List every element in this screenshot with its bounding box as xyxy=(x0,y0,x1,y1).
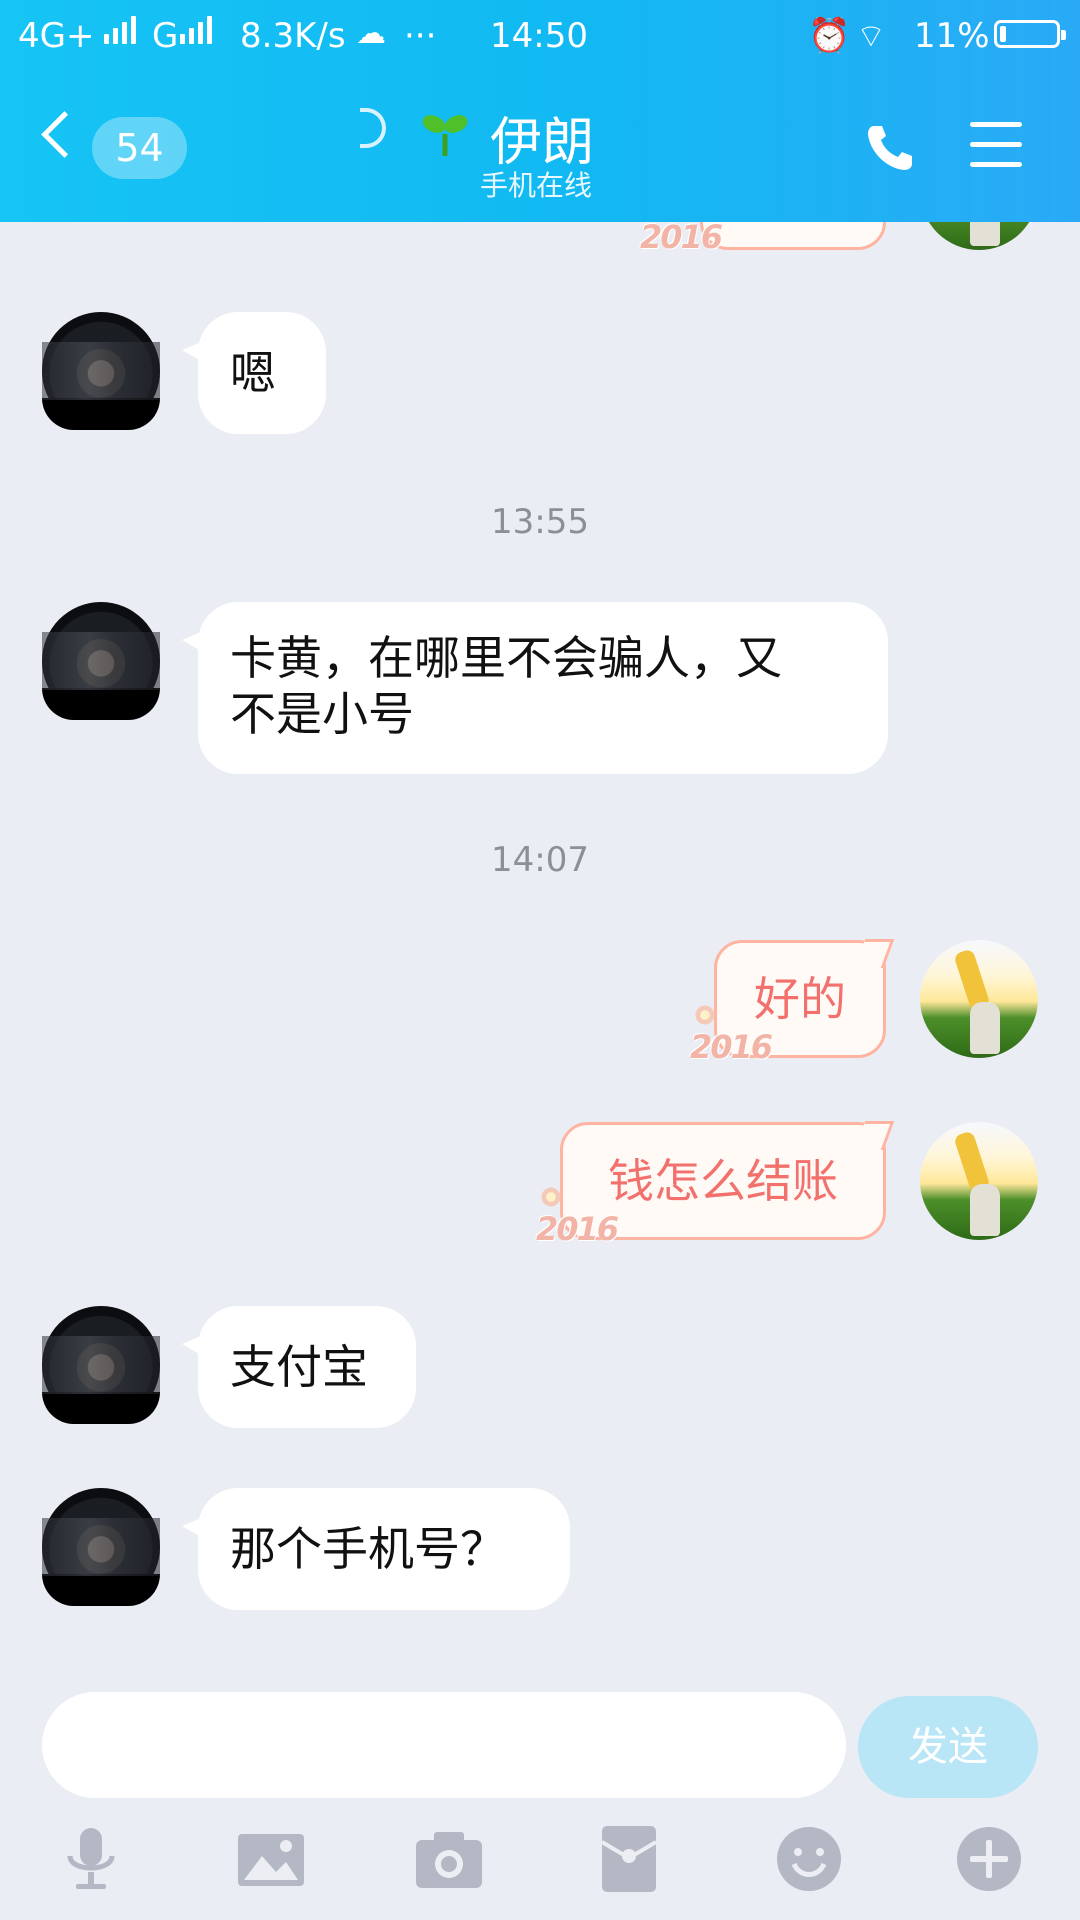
message-timestamp: 13:55 xyxy=(491,502,589,542)
back-icon[interactable] xyxy=(41,111,88,158)
message-text-line-2: 不是小号 xyxy=(230,687,414,741)
message-text: 那个手机号？ xyxy=(230,1522,506,1576)
message-bubble[interactable]: 那个手机号？ xyxy=(182,1488,570,1610)
red-packet-icon[interactable] xyxy=(594,1824,664,1894)
flower-decoration xyxy=(540,1186,562,1208)
message-input[interactable] xyxy=(42,1692,846,1798)
unread-count-badge[interactable]: 54 xyxy=(92,117,187,179)
image-icon[interactable] xyxy=(236,1824,306,1894)
year-badge: 2016 xyxy=(690,1028,773,1066)
contact-avatar[interactable] xyxy=(42,602,160,720)
year-badge: 2016 xyxy=(536,1210,619,1248)
plus-icon[interactable] xyxy=(954,1824,1024,1894)
network-speed: 8.3K/s xyxy=(240,16,346,56)
message-text: 钱怎么结账 xyxy=(608,1154,838,1208)
message-text-line-1: 卡黄，在哪里不会骗人，又 xyxy=(230,631,782,685)
network-type: 4G+ xyxy=(18,16,95,56)
battery-icon xyxy=(994,20,1066,48)
microphone-icon[interactable] xyxy=(56,1824,126,1894)
message-timestamp: 14:07 xyxy=(491,840,589,880)
send-button[interactable]: 发送 xyxy=(858,1696,1038,1798)
camera-icon[interactable] xyxy=(414,1824,484,1894)
emoji-icon[interactable] xyxy=(774,1824,844,1894)
message-list[interactable]: 2016 嗯 13:55 卡黄，在哪里不会骗人，又 不是小号 14:07 好的 … xyxy=(0,222,1080,1662)
input-bar: 发送 xyxy=(0,1662,1080,1920)
year-badge: 2016 xyxy=(640,222,723,256)
message-bubble[interactable]: 支付宝 xyxy=(182,1306,416,1428)
status-bar: 4G+ G 8.3K/s ☁ ··· 14:50 ⏰ ⌔ 11% xyxy=(0,16,1080,60)
menu-icon[interactable] xyxy=(970,122,1022,168)
phone-icon[interactable] xyxy=(862,120,918,176)
contact-avatar[interactable] xyxy=(42,1306,160,1424)
ear-icon xyxy=(360,108,386,148)
more-icon: ··· xyxy=(404,16,437,56)
message-bubble[interactable]: 卡黄，在哪里不会骗人，又 不是小号 xyxy=(182,602,888,774)
cloud-icon: ☁ xyxy=(356,16,386,51)
message-text: 嗯 xyxy=(230,346,276,400)
contact-status: 手机在线 xyxy=(480,169,593,202)
contact-avatar[interactable] xyxy=(42,312,160,430)
battery-percent: 11% xyxy=(914,16,990,56)
wifi-icon: ⌔ xyxy=(856,17,887,55)
self-avatar[interactable] xyxy=(920,222,1038,250)
self-avatar[interactable] xyxy=(920,1122,1038,1240)
chat-header: 4G+ G 8.3K/s ☁ ··· 14:50 ⏰ ⌔ 11% 54 伊朗 手… xyxy=(0,0,1080,222)
partial-message-bubble[interactable] xyxy=(700,222,886,250)
message-text: 支付宝 xyxy=(230,1340,368,1394)
self-avatar[interactable] xyxy=(920,940,1038,1058)
network-type-2: G xyxy=(152,16,179,56)
sprout-icon xyxy=(422,115,468,156)
message-text: 好的 xyxy=(754,972,846,1026)
alarm-icon: ⏰ xyxy=(808,16,851,56)
flower-decoration xyxy=(694,1004,716,1026)
clock-time: 14:50 xyxy=(490,16,588,56)
contact-avatar[interactable] xyxy=(42,1488,160,1606)
message-bubble[interactable]: 嗯 xyxy=(182,312,326,434)
